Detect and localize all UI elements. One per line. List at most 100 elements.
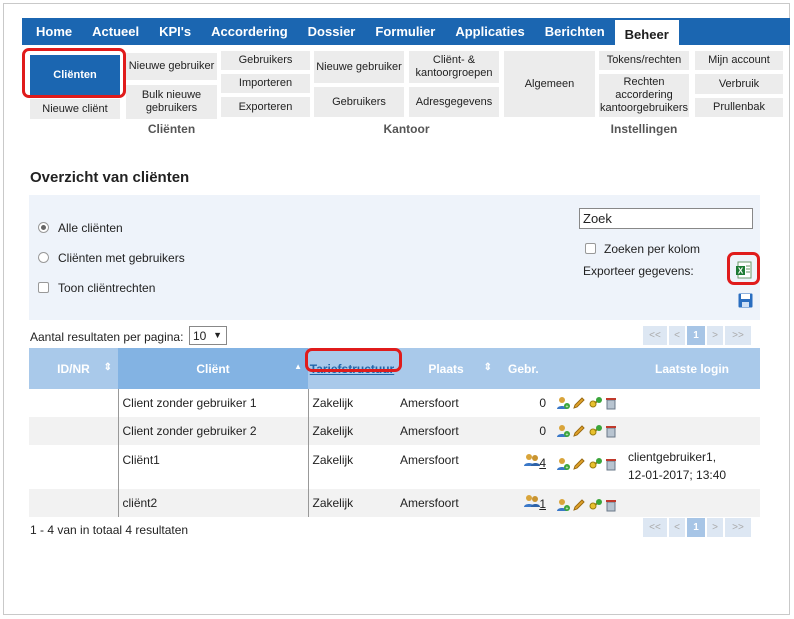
highlight-clienten — [22, 48, 126, 98]
cell-client: Client zonder gebruiker 2 — [117, 417, 309, 445]
tab-beheer[interactable]: Beheer — [614, 20, 679, 45]
cell-gebr: 0 + — [496, 389, 624, 417]
nieuwe-gebruiker-button[interactable]: Nieuwe gebruiker — [126, 53, 217, 80]
mijn-account-button[interactable]: Mijn account — [695, 51, 783, 70]
gebr-count[interactable]: 1 — [539, 497, 546, 511]
row-actions: + — [556, 424, 618, 438]
client-kantoorgroepen-button[interactable]: Cliënt- & kantoorgroepen — [409, 51, 499, 83]
tab-dossier[interactable]: Dossier — [298, 18, 366, 45]
pager-prev[interactable]: < — [669, 326, 685, 345]
cell-id — [29, 417, 118, 445]
svg-text:+: + — [566, 404, 569, 410]
tab-applicaties[interactable]: Applicaties — [445, 18, 534, 45]
table-row[interactable]: Client zonder gebruiker 2 Zakelijk Amersfo… — [29, 417, 760, 445]
key-add-icon[interactable] — [588, 396, 602, 410]
pager-last[interactable]: >> — [725, 326, 751, 345]
edit-icon[interactable] — [572, 498, 586, 512]
radio-clienten-met-gebruikers[interactable] — [38, 252, 49, 263]
user-add-icon[interactable]: + — [556, 396, 570, 410]
pager-first[interactable]: << — [643, 326, 667, 345]
chevron-down-icon: ▼ — [213, 330, 222, 340]
edit-icon[interactable] — [572, 457, 586, 471]
tab-accordering[interactable]: Accordering — [201, 18, 298, 45]
pager-page[interactable]: 1 — [687, 326, 705, 345]
cell-id — [29, 389, 118, 417]
adresgegevens-button[interactable]: Adresgegevens — [409, 87, 499, 117]
prullenbak-button[interactable]: Prullenbak — [695, 98, 783, 117]
radio-alle-clienten[interactable] — [38, 222, 49, 233]
table-row[interactable]: Cliënt1 Zakelijk Amersfoort 4 + clientgebruik… — [29, 445, 760, 489]
pager-prev[interactable]: < — [669, 518, 685, 537]
col-header-gebr[interactable]: Gebr. — [496, 348, 624, 389]
login-user: clientgebruiker1, — [628, 450, 717, 464]
gebr-count[interactable]: 4 — [539, 456, 546, 470]
edit-icon[interactable] — [572, 424, 586, 438]
user-add-icon[interactable]: + — [556, 457, 570, 471]
zoeken-per-kolom-checkbox[interactable] — [585, 243, 596, 254]
exporteren-button[interactable]: Exporteren — [221, 97, 310, 117]
delete-icon[interactable] — [604, 396, 618, 410]
per-page-label: Aantal resultaten per pagina: — [30, 330, 184, 344]
table-row[interactable]: cliënt2 Zakelijk Amersfoort 1 + — [29, 489, 760, 517]
edit-icon[interactable] — [572, 396, 586, 410]
tab-formulier[interactable]: Formulier — [365, 18, 445, 45]
importeren-button[interactable]: Importeren — [221, 74, 310, 93]
ribbon: Cliënten Nieuwe gebruiker Bulk nieuwe ge… — [22, 45, 790, 140]
save-icon[interactable] — [738, 293, 753, 308]
toon-clientrechten-label: Toon cliëntrechten — [58, 281, 156, 295]
delete-icon[interactable] — [604, 457, 618, 471]
users-icon[interactable] — [524, 453, 541, 467]
pager-last[interactable]: >> — [725, 518, 751, 537]
cell-tariefstructuur: Zakelijk — [308, 417, 396, 445]
pager-top: << < 1 > >> — [643, 326, 751, 345]
delete-icon[interactable] — [604, 498, 618, 512]
key-add-icon[interactable] — [588, 457, 602, 471]
algemeen-button[interactable]: Algemeen — [504, 51, 595, 117]
per-page-value: 10 — [193, 329, 207, 343]
user-add-icon[interactable]: + — [556, 498, 570, 512]
col-header-laatste-login[interactable]: Laatste login — [624, 348, 760, 389]
gebr-count: 0 — [539, 423, 546, 438]
nieuwe-client-button[interactable]: Nieuwe cliënt — [30, 99, 120, 119]
toon-clientrechten-checkbox[interactable] — [38, 282, 49, 293]
bulk-nieuwe-gebruikers-button[interactable]: Bulk nieuwe gebruikers — [126, 85, 217, 119]
cell-gebr: 4 + — [496, 445, 624, 489]
pager-next[interactable]: > — [707, 518, 723, 537]
per-page-select[interactable]: 10 ▼ — [189, 326, 227, 345]
tab-kpis[interactable]: KPI's — [149, 18, 201, 45]
tab-home[interactable]: Home — [26, 18, 82, 45]
kantoor-gebruikers-button[interactable]: Gebruikers — [314, 87, 404, 117]
table-row[interactable]: Client zonder gebruiker 1 Zakelijk Amersfo… — [29, 389, 760, 417]
page-title: Overzicht van cliënten — [30, 169, 190, 186]
tab-berichten[interactable]: Berichten — [535, 18, 615, 45]
cell-plaats: Amersfoort — [396, 417, 496, 445]
pager-first[interactable]: << — [643, 518, 667, 537]
cell-client: Cliënt1 — [117, 445, 309, 489]
tab-actueel[interactable]: Actueel — [82, 18, 149, 45]
cell-plaats: Amersfoort — [400, 453, 459, 467]
rechten-accordering-button[interactable]: Rechten accordering kantoorgebruikers — [599, 74, 689, 117]
highlight-tariefstructuur — [305, 348, 402, 372]
kantoor-nieuwe-gebruiker-button[interactable]: Nieuwe gebruiker — [314, 51, 404, 83]
users-icon[interactable] — [524, 494, 541, 508]
col-header-plaats[interactable]: Plaats ⇕ — [396, 348, 496, 389]
delete-icon[interactable] — [604, 424, 618, 438]
pager-page[interactable]: 1 — [687, 518, 705, 537]
cell-gebr: 1 + — [496, 489, 624, 517]
pager-next[interactable]: > — [707, 326, 723, 345]
verbruik-button[interactable]: Verbruik — [695, 74, 783, 94]
sort-icon: ⇕ — [483, 361, 492, 373]
exporteer-label: Exporteer gegevens: — [583, 264, 694, 278]
cell-laatste-login — [624, 417, 760, 445]
key-add-icon[interactable] — [588, 424, 602, 438]
col-header-id[interactable]: ID/NR ⇕ — [29, 348, 118, 389]
gebruikers-button[interactable]: Gebruikers — [221, 51, 310, 70]
key-add-icon[interactable] — [588, 498, 602, 512]
row-actions: + — [556, 498, 618, 512]
cell-tariefstructuur: Zakelijk — [312, 396, 354, 410]
search-input[interactable]: Zoek — [579, 208, 753, 229]
user-add-icon[interactable]: + — [556, 424, 570, 438]
tokens-rechten-button[interactable]: Tokens/rechten — [599, 51, 689, 70]
zoeken-per-kolom-label: Zoeken per kolom — [604, 242, 701, 256]
col-header-client[interactable]: Cliënt ▲ — [118, 348, 308, 389]
